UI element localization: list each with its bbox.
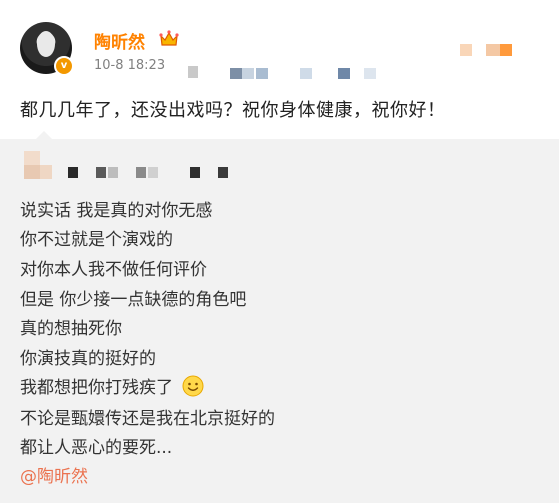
post-time[interactable]: 10-8 18:23	[94, 58, 165, 73]
username[interactable]: 陶昕然	[94, 28, 145, 53]
repost-line: 对你本人我不做任何评价	[20, 260, 207, 280]
censored-mosaic	[242, 68, 254, 79]
censored-mosaic	[300, 68, 312, 79]
avatar[interactable]: v	[20, 22, 74, 76]
mention-link[interactable]: @陶昕然	[20, 462, 88, 487]
censored-mosaic	[460, 44, 472, 56]
censored-mosaic	[338, 68, 350, 79]
censored-mosaic	[188, 66, 198, 78]
smile-emoji-icon	[182, 375, 204, 397]
censored-mosaic	[500, 44, 512, 56]
censored-mosaic	[148, 167, 158, 178]
repost-line: 真的想抽死你	[20, 319, 122, 339]
censored-mosaic	[96, 167, 106, 178]
repost-line: 都让人恶心的要死...	[20, 438, 173, 458]
repost-line-with-emoji: 我都想把你打残疾了	[20, 373, 204, 398]
censored-mosaic	[218, 167, 228, 178]
weibo-post: v 陶昕然 10-8 18:23 都几几年了，还没出戏吗？祝你身体健康，祝你好！	[0, 0, 559, 135]
post-text: 都几几年了，还没出戏吗？祝你身体健康，祝你好！	[20, 100, 446, 121]
censored-mosaic	[24, 165, 40, 179]
censored-mosaic	[40, 165, 52, 179]
verified-badge-icon: v	[54, 56, 74, 76]
censored-mosaic	[190, 167, 200, 178]
censored-mosaic	[108, 167, 118, 178]
repost-line: 不论是甄嬛传还是我在北京挺好的	[20, 409, 275, 429]
censored-mosaic	[256, 68, 268, 79]
censored-mosaic	[136, 167, 146, 178]
censored-mosaic	[364, 68, 376, 79]
crown-icon[interactable]	[158, 28, 180, 50]
repost-line: 你演技真的挺好的	[20, 349, 156, 369]
repost-line: 但是 你少接一点缺德的角色吧	[20, 290, 247, 310]
repost-line: 我都想把你打残疾了	[20, 378, 173, 398]
censored-mosaic	[486, 44, 500, 56]
avatar-face	[37, 31, 55, 57]
repost-line: 你不过就是个演戏的	[20, 230, 173, 250]
censored-mosaic	[230, 68, 242, 79]
repost-pointer	[36, 131, 52, 139]
censored-mosaic	[68, 167, 78, 178]
censored-mosaic	[24, 151, 40, 165]
repost-line: 说实话 我是真的对你无感	[20, 201, 213, 221]
